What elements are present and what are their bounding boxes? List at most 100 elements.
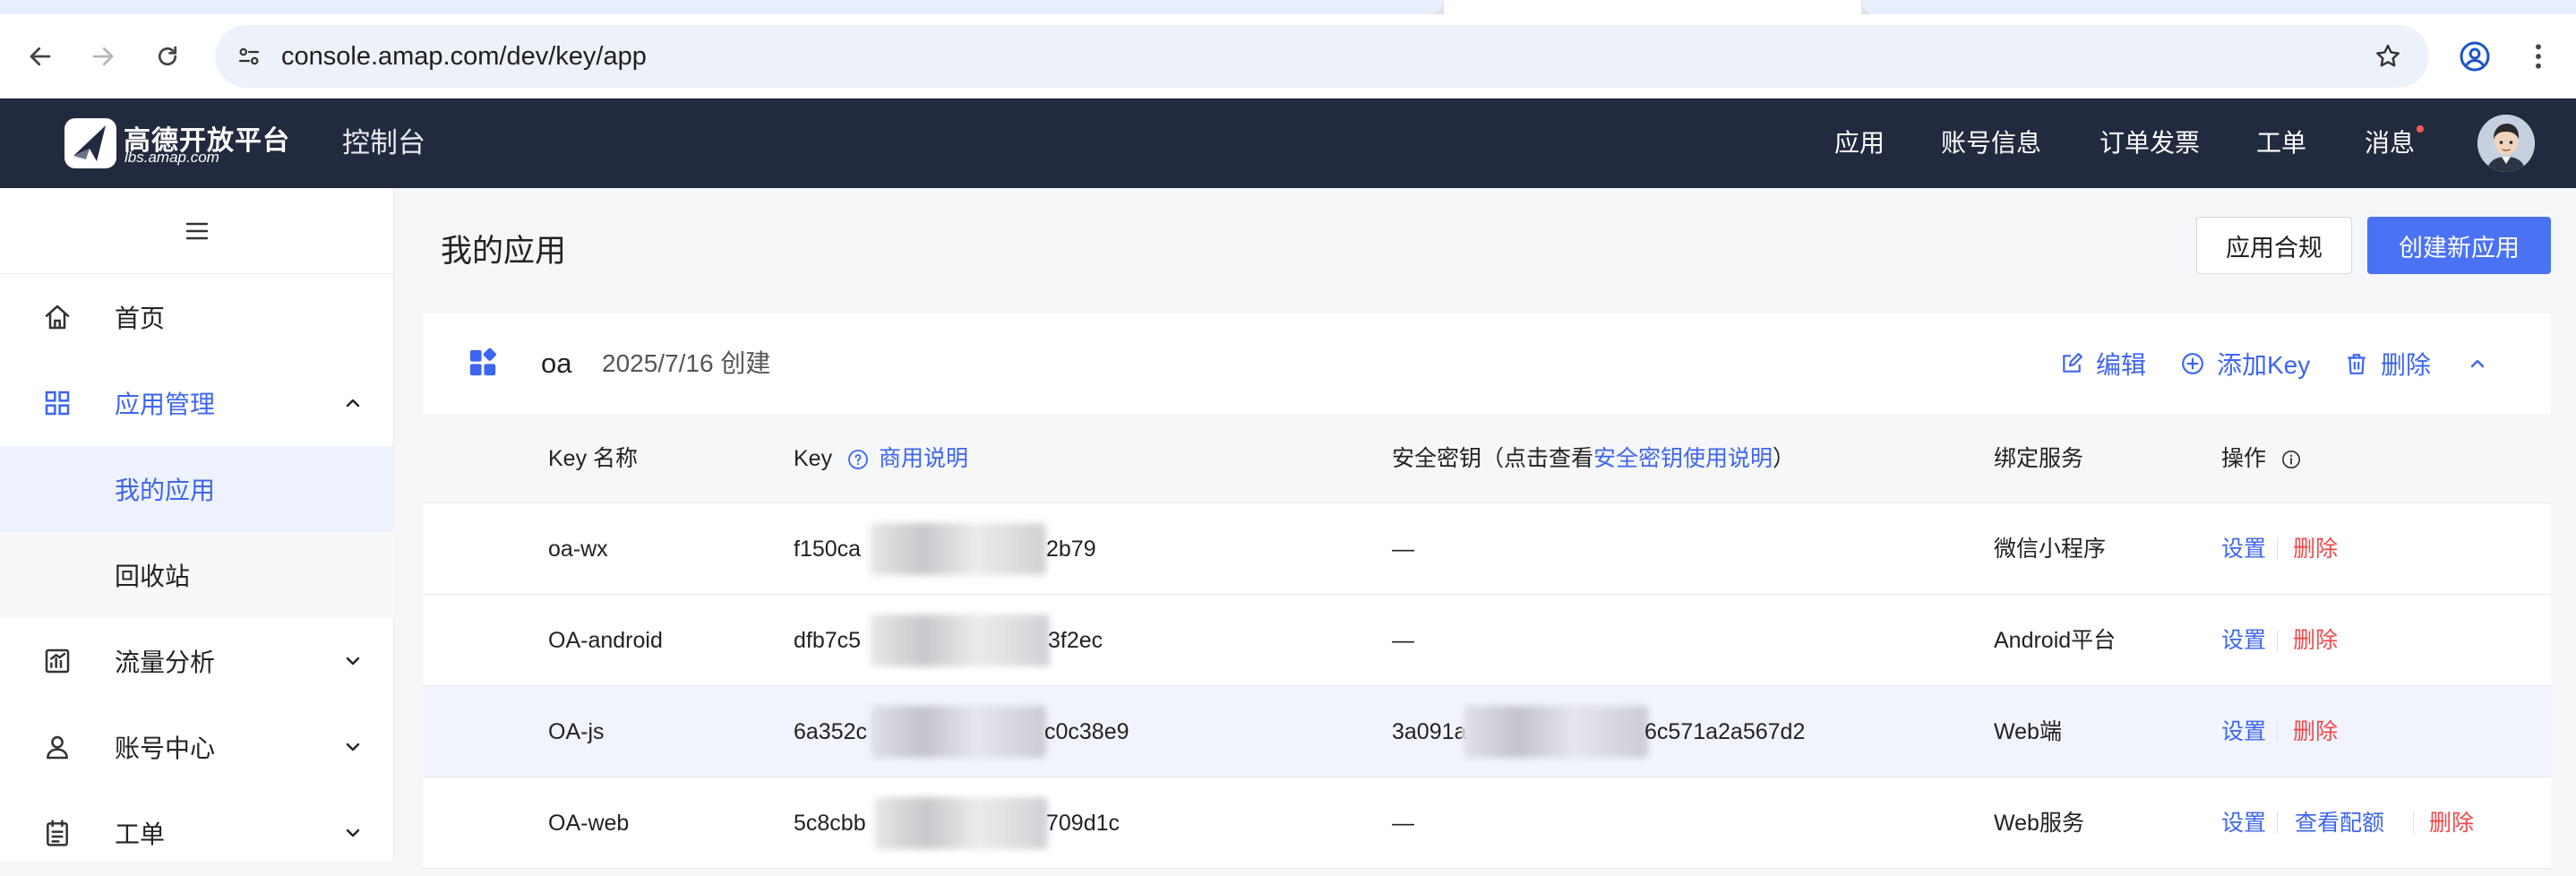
app-created-date: 2025/7/16 创建 bbox=[602, 349, 771, 377]
chevron-up-icon[interactable] bbox=[2467, 353, 2488, 374]
sidebar-item-account-center[interactable]: 账号中心 bbox=[0, 704, 394, 790]
topnav-tickets[interactable]: 工单 bbox=[2256, 99, 2306, 188]
forward-arrow-icon bbox=[92, 47, 114, 66]
create-app-button[interactable]: 创建新应用 bbox=[2367, 217, 2551, 274]
trash-icon bbox=[2348, 354, 2366, 374]
back-button[interactable] bbox=[20, 36, 61, 77]
key-end[interactable]: 3f2ec bbox=[1048, 595, 1103, 686]
info-circle-icon[interactable] bbox=[2281, 450, 2301, 469]
topnav-apps[interactable]: 应用 bbox=[1834, 99, 1885, 188]
chevron-down-icon bbox=[346, 829, 360, 837]
more-vertical-icon bbox=[2536, 44, 2541, 69]
divider bbox=[2277, 538, 2278, 560]
topnav-account-info[interactable]: 账号信息 bbox=[1941, 99, 2041, 188]
delete-key-link[interactable]: 删除 bbox=[2293, 595, 2338, 686]
app-widget-icon bbox=[469, 348, 496, 376]
app-compliance-button[interactable]: 应用合规 bbox=[2196, 217, 2352, 274]
key-name: OA-web bbox=[548, 811, 630, 836]
key-end[interactable]: 2b79 bbox=[1046, 503, 1096, 595]
key-end[interactable]: c0c38e9 bbox=[1044, 686, 1129, 777]
browser-profile-button[interactable] bbox=[2454, 36, 2495, 77]
brand-domain: lbs.amap.com bbox=[125, 149, 219, 166]
app-card-header: oa 2025/7/16 创建 编辑 添加Key 删除 bbox=[423, 313, 2551, 414]
browser-tab-active[interactable] bbox=[1444, 0, 1861, 14]
browser-tab[interactable] bbox=[1861, 0, 2576, 14]
forward-button[interactable] bbox=[82, 36, 124, 77]
address-bar[interactable]: console.amap.com/dev/key/app bbox=[215, 25, 2429, 88]
app-header: 高德开放平台 lbs.amap.com 控制台 应用 账号信息 订单发票 工单 … bbox=[0, 99, 2576, 188]
column-header-key-label: Key bbox=[794, 446, 833, 471]
edit-label: 编辑 bbox=[2096, 351, 2147, 379]
sidebar-collapse-button[interactable] bbox=[0, 188, 394, 274]
browser-menu-button[interactable] bbox=[2520, 36, 2556, 77]
add-key-label: 添加Key bbox=[2217, 351, 2311, 379]
key-name: oa-wx bbox=[548, 537, 608, 562]
sidebar-item-tickets[interactable]: 工单 bbox=[0, 790, 394, 876]
key-redaction bbox=[874, 797, 1048, 849]
reload-button[interactable] bbox=[147, 36, 188, 77]
browser-tab[interactable] bbox=[0, 0, 1444, 14]
column-header-secret-label: 安全密钥（点击查看 bbox=[1392, 446, 1594, 471]
keys-table-header: Key 名称 Key 商用说明 安全密钥（点击查看安全密钥使用说明） 绑定服务 … bbox=[423, 414, 2551, 503]
table-row: oa-wx f150ca 2b79 — 微信小程序 设置 删除 bbox=[423, 503, 2551, 595]
settings-link[interactable]: 设置 bbox=[2221, 503, 2266, 595]
topnav-orders-invoices[interactable]: 订单发票 bbox=[2099, 99, 2200, 188]
view-quota-link[interactable]: 查看配额 bbox=[2295, 777, 2384, 869]
secret-start[interactable]: 3a091a bbox=[1392, 686, 1466, 777]
app-card: oa 2025/7/16 创建 编辑 添加Key 删除 Key 名称 Key 商… bbox=[423, 313, 2551, 869]
amap-logo-icon[interactable] bbox=[63, 116, 118, 170]
delete-key-link[interactable]: 删除 bbox=[2429, 777, 2474, 869]
plus-circle-icon bbox=[2182, 353, 2203, 374]
sidebar-item-app-management[interactable]: 应用管理 bbox=[0, 360, 394, 446]
edit-app-button[interactable]: 编辑 bbox=[2060, 313, 2146, 414]
sidebar-item-label: 回收站 bbox=[115, 563, 191, 590]
sidebar-item-home[interactable]: 首页 bbox=[0, 274, 394, 360]
user-avatar-icon bbox=[2477, 115, 2535, 172]
chevron-down-icon bbox=[346, 743, 360, 751]
reload-icon bbox=[158, 46, 177, 66]
bookmark-star-icon[interactable] bbox=[2372, 40, 2404, 73]
secret-end[interactable]: 6c571a2a567d2 bbox=[1644, 686, 1805, 777]
topnav-messages[interactable]: 消息 bbox=[2365, 99, 2415, 188]
url-text[interactable]: console.amap.com/dev/key/app bbox=[281, 25, 647, 88]
key-start[interactable]: 6a352c bbox=[794, 686, 867, 777]
console-title[interactable]: 控制台 bbox=[342, 99, 425, 188]
delete-key-link[interactable]: 删除 bbox=[2293, 503, 2338, 595]
sidebar-item-label: 首页 bbox=[115, 305, 166, 332]
sidebar-item-traffic-analysis[interactable]: 流量分析 bbox=[0, 618, 394, 704]
column-header-secret: 安全密钥（点击查看安全密钥使用说明） bbox=[1392, 414, 1795, 503]
browser-toolbar: console.amap.com/dev/key/app bbox=[0, 14, 2576, 99]
delete-key-link[interactable]: 删除 bbox=[2293, 686, 2338, 777]
back-arrow-icon bbox=[30, 47, 51, 66]
add-key-button[interactable]: 添加Key bbox=[2181, 313, 2310, 414]
site-settings-icon[interactable] bbox=[233, 40, 265, 73]
table-row: OA-android dfb7c5 3f2ec — Android平台 设置 删… bbox=[423, 595, 2551, 686]
key-redaction bbox=[871, 706, 1046, 758]
sidebar-item-my-apps[interactable]: 我的应用 bbox=[0, 446, 394, 532]
secret-usage-link[interactable]: 安全密钥使用说明 bbox=[1593, 446, 1773, 471]
column-header-key-name: Key 名称 bbox=[548, 446, 639, 471]
sidebar-item-label: 账号中心 bbox=[115, 734, 216, 762]
user-icon bbox=[47, 735, 68, 760]
key-start[interactable]: f150ca bbox=[794, 503, 861, 595]
settings-link[interactable]: 设置 bbox=[2221, 595, 2266, 686]
sidebar-item-recycle-bin[interactable]: 回收站 bbox=[0, 532, 394, 618]
avatar[interactable] bbox=[2477, 115, 2535, 172]
apps-grid-icon bbox=[45, 391, 70, 416]
divider bbox=[2277, 630, 2278, 651]
commercial-terms-link[interactable]: 商用说明 bbox=[879, 446, 968, 471]
secret-value: — bbox=[1392, 811, 1414, 836]
key-end[interactable]: 709d1c bbox=[1046, 777, 1120, 869]
edit-icon bbox=[2063, 353, 2082, 373]
table-row: OA-js 6a352c c0c38e9 3a091a 6c571a2a567d… bbox=[423, 686, 2551, 777]
bound-service: Android平台 bbox=[1994, 628, 2117, 653]
settings-link[interactable]: 设置 bbox=[2221, 686, 2266, 777]
settings-link[interactable]: 设置 bbox=[2221, 777, 2266, 869]
chevron-up-icon bbox=[346, 399, 360, 408]
column-header-key: Key 商用说明 bbox=[794, 414, 968, 503]
key-start[interactable]: dfb7c5 bbox=[794, 595, 861, 686]
key-start[interactable]: 5c8cbb bbox=[794, 777, 866, 869]
delete-app-button[interactable]: 删除 bbox=[2345, 313, 2431, 414]
key-redaction bbox=[871, 523, 1046, 575]
help-circle-icon[interactable] bbox=[847, 449, 869, 470]
